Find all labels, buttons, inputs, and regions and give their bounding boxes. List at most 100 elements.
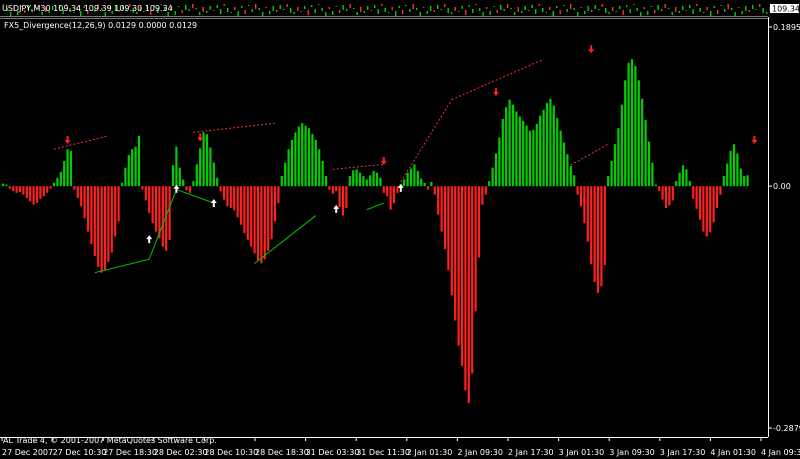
histogram-bar (491, 167, 494, 187)
x-tick-label: 27 Dec 2007 (2, 448, 53, 457)
histogram-bar (100, 186, 103, 273)
x-tick-label: 3 Jan 09:30 (609, 448, 655, 457)
price-candle (377, 9, 379, 14)
histogram-bar (695, 186, 698, 209)
price-candle (535, 9, 537, 14)
histogram-bar (443, 186, 447, 250)
histogram-bar (471, 186, 474, 374)
price-candle (493, 6, 495, 7)
price-candle (290, 8, 292, 13)
chart-background (0, 0, 800, 459)
histogram-bar (600, 186, 603, 287)
price-candle (633, 4, 635, 5)
histogram-bar (457, 186, 460, 346)
price-candle (598, 9, 600, 10)
price-candle (675, 7, 677, 12)
price-candle (563, 5, 565, 6)
x-tick-label: 4 Jan 09:30 (761, 448, 800, 457)
histogram-bar (392, 186, 396, 203)
price-candle (234, 7, 236, 10)
price-candle (241, 6, 243, 8)
histogram-bar (341, 186, 345, 216)
histogram-bar (664, 186, 668, 209)
price-candle (759, 4, 761, 7)
histogram-bar (617, 128, 620, 187)
histogram-bar (743, 176, 746, 187)
histogram-bar (375, 172, 379, 187)
price-candle (608, 12, 610, 14)
price-candle (328, 7, 330, 9)
price-candle (692, 9, 694, 14)
price-candle (402, 10, 404, 14)
histogram-bar (222, 186, 226, 200)
histogram-bar (406, 172, 409, 187)
histogram-bar (403, 179, 406, 187)
histogram-bar (641, 98, 644, 187)
histogram-bar (124, 167, 127, 187)
histogram-bar (141, 186, 144, 190)
price-candle (584, 11, 586, 14)
price-candle (671, 12, 673, 15)
histogram-bar (552, 105, 555, 187)
price-candle (409, 9, 411, 12)
price-candle (251, 9, 253, 12)
price-candle (486, 7, 488, 9)
price-candle (297, 7, 299, 11)
histogram-bar (525, 125, 528, 187)
price-candle (237, 11, 239, 16)
price-candle (538, 4, 540, 6)
price-candle (216, 5, 218, 8)
histogram-bar (505, 107, 508, 187)
histogram-bar (651, 162, 654, 187)
histogram-bar (447, 186, 450, 271)
histogram-bar (25, 186, 28, 198)
chart-window[interactable]: USDJPY,M30 109.34 109.39 109.30 109.34 1… (0, 0, 800, 459)
price-candle (279, 5, 281, 9)
histogram-bar (579, 186, 583, 207)
histogram-bar (250, 186, 253, 247)
price-candle (461, 6, 463, 9)
histogram-bar (321, 160, 324, 187)
price-candle (381, 4, 383, 6)
price-candle (314, 9, 316, 13)
histogram-bar (175, 146, 178, 187)
histogram-bar (243, 186, 246, 234)
price-candle (293, 12, 295, 14)
x-tick-label: 3 Jan 17:30 (660, 448, 706, 457)
histogram-bar (212, 162, 215, 187)
histogram-bar (634, 66, 637, 187)
price-candle (342, 5, 344, 10)
price-candle (304, 6, 306, 9)
price-candle (272, 6, 274, 11)
price-candle (458, 11, 460, 12)
histogram-bar (382, 186, 385, 193)
price-candle (503, 9, 505, 11)
price-candle (664, 4, 666, 8)
histogram-bar (49, 186, 52, 189)
price-candle (346, 9, 348, 11)
price-candle (542, 8, 544, 12)
histogram-bar (596, 186, 600, 293)
histogram-bar (365, 179, 368, 187)
price-candle (276, 10, 278, 12)
price-candle (479, 8, 481, 11)
price-candle (227, 8, 229, 12)
x-tick-label: 28 Dec 18:30 (255, 448, 309, 457)
x-tick-label: 27 Dec 10:30 (53, 448, 107, 457)
histogram-bar (287, 149, 290, 187)
x-tick-label: 3 Jan 01:30 (559, 448, 605, 457)
price-candle (685, 10, 687, 11)
histogram-bar (562, 142, 566, 187)
histogram-bar (460, 186, 464, 366)
histogram-bar (83, 186, 86, 219)
histogram-bar (719, 186, 722, 195)
histogram-bar (416, 171, 419, 187)
histogram-bar (233, 186, 236, 211)
histogram-bar (168, 186, 171, 240)
histogram-bar (705, 186, 708, 237)
histogram-bar (586, 186, 589, 242)
histogram-bar (5, 184, 8, 187)
price-candle (244, 10, 246, 14)
histogram-bar (464, 186, 467, 391)
price-candle (475, 4, 477, 5)
